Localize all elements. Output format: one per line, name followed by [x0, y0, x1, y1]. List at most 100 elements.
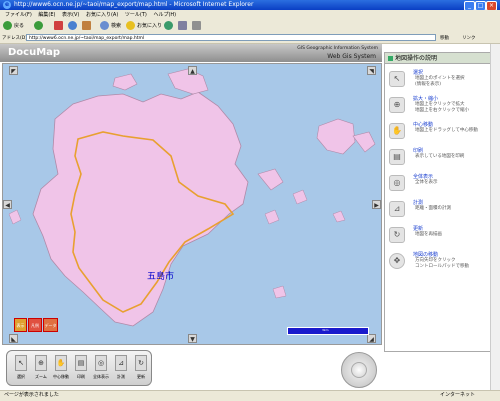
- pan-south-button[interactable]: ▼: [188, 334, 197, 343]
- links-label[interactable]: リンク: [462, 35, 476, 41]
- internet-zone: インターネット: [440, 392, 476, 398]
- map-canvas[interactable]: 五島市: [3, 64, 381, 344]
- direction-pad[interactable]: [341, 352, 377, 388]
- tool-pan-button[interactable]: ✋ 中心移動: [53, 355, 69, 383]
- help-item-zoom: ⊕ 拡大・縮小 地図上をクリックで拡大 地図上を右クリックで縮小: [389, 95, 495, 119]
- globe-icon: ◎: [95, 355, 107, 371]
- menu-view[interactable]: 表示(V): [62, 11, 79, 18]
- history-button[interactable]: [164, 21, 175, 31]
- layer-button-display[interactable]: 表示: [14, 318, 27, 332]
- status-bar: ページが表示されました インターネット: [0, 390, 500, 401]
- tool-label: 中心移動: [53, 374, 69, 379]
- address-bar: アドレス(D) http://www6.ocn.ne.jp/~taoi/map_…: [0, 33, 500, 44]
- pan-north-button[interactable]: ▲: [188, 66, 197, 75]
- tool-print-button[interactable]: ▤ 印刷: [73, 355, 89, 383]
- layer-buttons: 表示 凡例 データ: [14, 318, 58, 332]
- tool-measure-button[interactable]: ⊿ 計測: [113, 355, 129, 383]
- search-button[interactable]: 検索: [100, 21, 121, 31]
- app-logo: DocuMap: [8, 47, 61, 58]
- zoom-icon: ⊕: [35, 355, 47, 371]
- map-view[interactable]: 五島市 ◤ ▲ ◥ ◀ ▶ ◣ ▼ ◢: [2, 63, 382, 345]
- zoom-icon: ⊕: [389, 97, 405, 113]
- menu-favorites[interactable]: お気に入り(A): [86, 11, 118, 18]
- help-item-select: ↖ 選択 地図上のポイントを選択 (情報を表示): [389, 69, 495, 93]
- go-button[interactable]: 移動: [440, 35, 449, 41]
- menu-file[interactable]: ファイル(F): [5, 11, 32, 18]
- app-subtitle-web: Web Gis System: [327, 53, 376, 60]
- globe-icon: ◎: [389, 175, 405, 191]
- print-icon: ▤: [75, 355, 87, 371]
- print-button[interactable]: [192, 21, 203, 31]
- favorites-button[interactable]: お気に入り: [126, 21, 162, 31]
- pan-east-button[interactable]: ▶: [372, 200, 381, 209]
- tool-label: 更新: [137, 374, 145, 379]
- scale-bar: 3km: [287, 327, 369, 335]
- hand-icon: ✋: [389, 123, 405, 139]
- back-arrow-icon: [3, 21, 12, 30]
- help-item-pan: ✋ 中心移動 地図上をドラッグして中心移動: [389, 121, 495, 145]
- panel-bullet-icon: [388, 56, 393, 61]
- layer-button-data[interactable]: データ: [43, 318, 58, 332]
- pan-sw-button[interactable]: ◣: [9, 334, 18, 343]
- tool-label: 全体表示: [93, 374, 109, 379]
- help-item-desc: コントロールパッドで移動: [415, 264, 469, 269]
- ie-logo-icon: e: [3, 1, 11, 9]
- forward-button[interactable]: [34, 21, 45, 31]
- mail-button[interactable]: [178, 21, 189, 31]
- tool-select-button[interactable]: ↖ 選択: [13, 355, 29, 383]
- home-button[interactable]: [82, 21, 93, 31]
- pan-west-button[interactable]: ◀: [3, 200, 12, 209]
- tool-label: 計測: [117, 374, 125, 379]
- forward-arrow-icon: [34, 21, 43, 30]
- menu-edit[interactable]: 編集(E): [38, 11, 55, 18]
- menu-tools[interactable]: ツール(T): [125, 11, 147, 18]
- help-item-desc: 表示している地図を印刷: [415, 154, 465, 159]
- pan-se-button[interactable]: ◢: [367, 334, 376, 343]
- pan-ne-button[interactable]: ◥: [367, 66, 376, 75]
- star-icon: [126, 21, 135, 30]
- back-button[interactable]: 戻る: [3, 21, 24, 31]
- refresh-icon: ↻: [389, 227, 405, 243]
- help-item-print: ▤ 印刷 表示している地図を印刷: [389, 147, 495, 171]
- refresh-button[interactable]: [68, 21, 79, 31]
- direction-pad-center[interactable]: [351, 362, 367, 378]
- print-icon: [192, 21, 201, 30]
- help-item-refresh: ↻ 更新 地図を再描画: [389, 225, 495, 249]
- address-input[interactable]: http://www6.ocn.ne.jp/~taoi/map_export/m…: [26, 34, 436, 41]
- help-item-desc: 地図を再描画: [415, 232, 442, 237]
- tool-fullview-button[interactable]: ◎ 全体表示: [93, 355, 109, 383]
- home-icon: [82, 21, 91, 30]
- refresh-icon: ↻: [135, 355, 147, 371]
- tool-refresh-button[interactable]: ↻ 更新: [133, 355, 149, 383]
- help-item-desc: (情報を表示): [415, 82, 442, 87]
- stop-button[interactable]: [54, 21, 65, 31]
- vertical-scrollbar[interactable]: [490, 44, 500, 390]
- menu-help[interactable]: ヘルプ(H): [153, 11, 176, 18]
- pan-nw-button[interactable]: ◤: [9, 66, 18, 75]
- pointer-icon: ↖: [389, 71, 405, 87]
- tool-label: 印刷: [77, 374, 85, 379]
- refresh-icon: [68, 21, 77, 30]
- help-item-desc: 地図上をドラッグして中心移動: [415, 128, 478, 133]
- help-item-fullview: ◎ 全体表示 全体を表示: [389, 173, 495, 197]
- search-icon: [100, 21, 109, 30]
- help-item-move: ✥ 地図の移動 方向矢印をクリック コントロールパッドで移動: [389, 251, 495, 275]
- help-item-measure: ⊿ 計測 距離・面積の計測: [389, 199, 495, 223]
- layer-button-legend[interactable]: 凡例: [28, 318, 42, 332]
- favorites-label: お気に入り: [137, 23, 163, 29]
- mail-icon: [178, 21, 187, 30]
- map-toolbar: ↖ 選択 ⊕ ズーム ✋ 中心移動 ▤ 印刷 ◎ 全体表示 ⊿ 計測 ↻ 更新: [6, 350, 152, 386]
- help-panel: 地図操作の説明 ↖ 選択 地図上のポイントを選択 (情報を表示) ⊕ 拡大・縮小…: [384, 52, 498, 352]
- ruler-icon: ⊿: [115, 355, 127, 371]
- back-label: 戻る: [14, 23, 25, 29]
- tool-zoom-button[interactable]: ⊕ ズーム: [33, 355, 49, 383]
- stop-icon: [54, 21, 63, 30]
- browser-toolbar: 戻る 検索 お気に入り: [0, 19, 500, 34]
- hand-icon: ✋: [55, 355, 67, 371]
- help-item-desc: 地図上を右クリックで縮小: [415, 108, 469, 113]
- window-title-bar: e http://www6.ocn.ne.jp/~taoi/map_export…: [0, 0, 500, 11]
- address-label: アドレス(D): [2, 36, 27, 41]
- status-text: ページが表示されました: [4, 392, 59, 398]
- help-item-desc: 距離・面積の計測: [415, 206, 451, 211]
- history-icon: [164, 21, 173, 30]
